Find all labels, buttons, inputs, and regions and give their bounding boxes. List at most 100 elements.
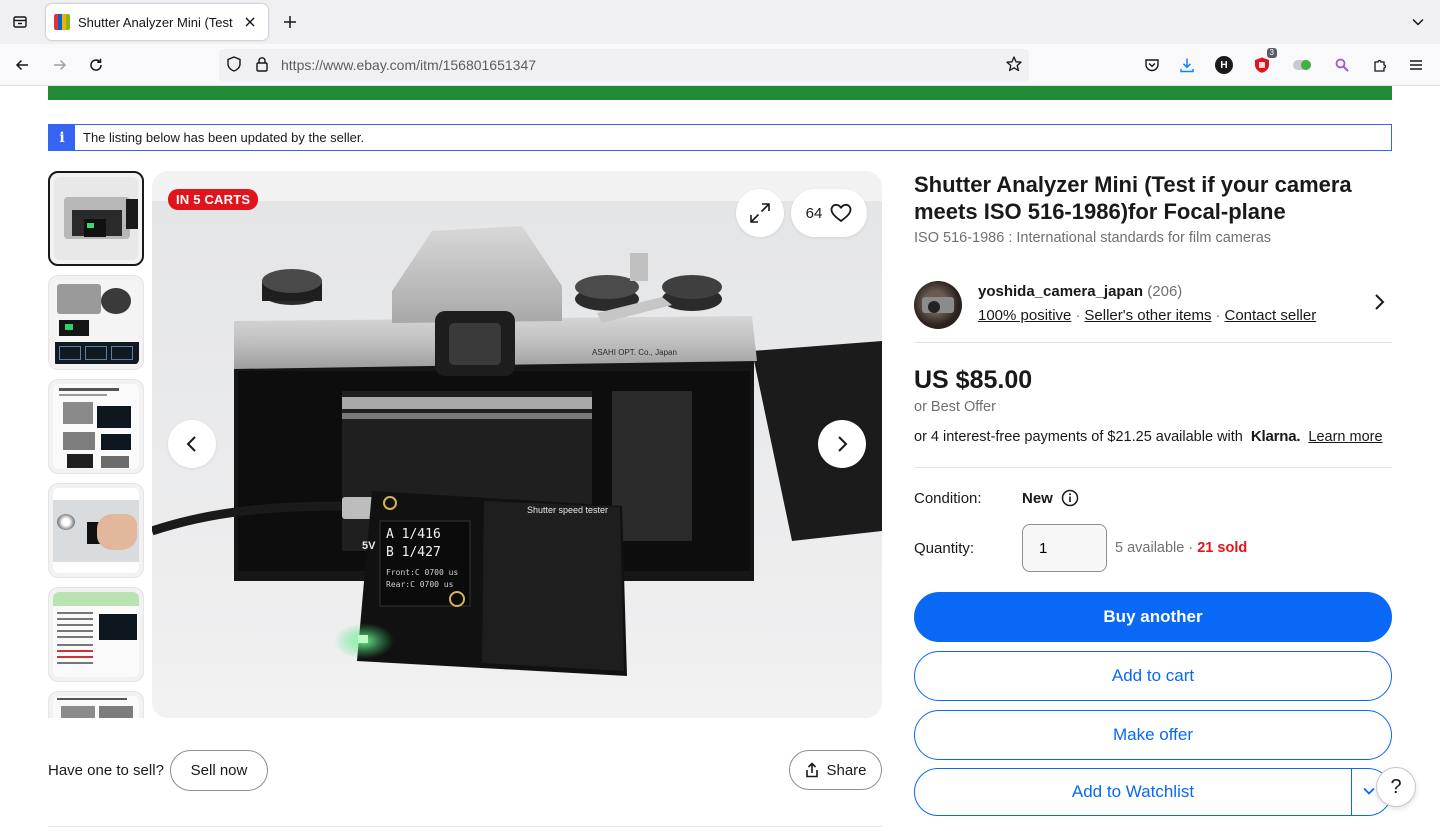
listing-details: Shutter Analyzer Mini (Test if your came… <box>914 171 1392 816</box>
thumbnail-1[interactable] <box>48 171 144 266</box>
svg-text:Shutter speed tester: Shutter speed tester <box>527 505 608 515</box>
quantity-availability: 5 available · 21 sold <box>1115 540 1247 556</box>
tab-title: Shutter Analyzer Mini (Test <box>78 14 233 30</box>
link-separator: · <box>1075 307 1081 324</box>
chevron-down-icon[interactable] <box>1406 10 1430 34</box>
share-label: Share <box>826 761 867 779</box>
svg-text:ASAHI OPT. Co., Japan: ASAHI OPT. Co., Japan <box>592 348 677 357</box>
magnifier-extension-icon[interactable] <box>1330 53 1354 77</box>
make-offer-button[interactable]: Make offer <box>914 710 1392 760</box>
share-icon <box>804 762 820 778</box>
sellers-other-items-link[interactable]: Seller's other items <box>1084 307 1211 324</box>
new-tab-icon[interactable] <box>278 10 302 34</box>
seller-name-row: yoshida_camera_japan (206) <box>978 283 1182 300</box>
watch-heart-button[interactable]: 64 <box>791 189 867 237</box>
thumbnail-2[interactable] <box>48 275 144 370</box>
shield-icon[interactable] <box>225 55 243 73</box>
pocket-icon[interactable] <box>1140 53 1164 77</box>
best-offer-text: or Best Offer <box>914 399 996 415</box>
lock-icon[interactable] <box>253 55 271 73</box>
svg-text:Front:C 0700 us: Front:C 0700 us <box>386 568 458 577</box>
watch-count: 64 <box>805 204 823 222</box>
sold-count: 21 sold <box>1197 540 1248 556</box>
ebay-favicon-icon <box>54 14 70 30</box>
learn-more-link[interactable]: Learn more <box>1308 429 1382 445</box>
seller-card[interactable]: yoshida_camera_japan (206) 100% positive… <box>914 279 1392 343</box>
thumbnail-5[interactable] <box>48 587 144 682</box>
seller-avatar[interactable] <box>914 281 962 329</box>
positive-feedback-link[interactable]: 100% positive <box>978 307 1071 324</box>
svg-text:A 1/416: A 1/416 <box>386 527 441 542</box>
bookmark-star-icon[interactable] <box>1005 55 1023 73</box>
svg-text:B 1/427: B 1/427 <box>386 545 441 560</box>
product-photo: ASAHI OPT. Co., Japan A 1/416 B 1/427 Fr… <box>152 201 882 688</box>
seller-name[interactable]: yoshida_camera_japan <box>978 283 1143 300</box>
chevron-left-icon <box>182 434 202 454</box>
quantity-label: Quantity: <box>914 540 975 557</box>
expand-image-button[interactable] <box>736 189 784 237</box>
close-tab-icon[interactable] <box>240 12 260 32</box>
thumbnail-4[interactable] <box>48 483 144 578</box>
available-count: 5 available <box>1115 540 1185 556</box>
section-divider <box>48 826 882 827</box>
js-toggle-icon[interactable] <box>1290 53 1314 77</box>
thumbnail-hand-image <box>53 488 139 573</box>
condition-value: New <box>1022 490 1053 507</box>
reload-icon[interactable] <box>84 53 108 77</box>
buy-another-button[interactable]: Buy another <box>914 592 1392 642</box>
h-extension-icon[interactable]: H <box>1212 53 1236 77</box>
contact-seller-link[interactable]: Contact seller <box>1224 307 1316 324</box>
thumbnail-strip <box>48 171 145 718</box>
notice-text: The listing below has been updated by th… <box>83 130 365 145</box>
thumbnail-6[interactable] <box>48 691 144 718</box>
installments-row: or 4 interest-free payments of $21.25 av… <box>914 428 1383 445</box>
chevron-right-icon <box>832 434 852 454</box>
listing-subtitle: ISO 516-1986 : International standards f… <box>914 230 1272 246</box>
add-to-watchlist-group: Add to Watchlist <box>914 768 1392 816</box>
info-icon: i <box>49 125 75 150</box>
menu-hamburger-icon[interactable] <box>1404 53 1428 77</box>
back-icon[interactable] <box>10 53 34 77</box>
availability-separator: · <box>1188 540 1194 556</box>
url-bar[interactable]: https://www.ebay.com/itm/156801651347 <box>219 49 1029 81</box>
forward-icon[interactable] <box>48 53 72 77</box>
main-image-viewer[interactable]: ASAHI OPT. Co., Japan A 1/416 B 1/427 Fr… <box>152 171 882 718</box>
listing-title: Shutter Analyzer Mini (Test if your came… <box>914 172 1352 224</box>
top-green-banner <box>48 86 1392 100</box>
tab-list-icon[interactable] <box>8 10 32 34</box>
h-extension-letter: H <box>1215 56 1233 74</box>
condition-label: Condition: <box>914 490 982 507</box>
seller-links: 100% positive · Seller's other items · Conta… <box>978 307 1316 324</box>
expand-icon <box>748 201 772 225</box>
thumbnail-camera-image <box>54 177 138 260</box>
seller-feedback-count: (206) <box>1147 283 1183 300</box>
thumbnail-instructions-image <box>53 384 139 469</box>
item-price: US $85.00 <box>914 366 1033 394</box>
url-host: https://www.ebay.com <box>281 57 417 73</box>
active-tab[interactable]: Shutter Analyzer Mini (Test <box>46 4 268 40</box>
condition-info-icon[interactable] <box>1061 489 1079 507</box>
in-carts-badge: IN 5 CARTS <box>168 189 259 210</box>
browser-nav-bar: https://www.ebay.com/itm/156801651347 H … <box>0 44 1440 86</box>
thumbnail-3[interactable] <box>48 379 144 474</box>
extensions-puzzle-icon[interactable] <box>1368 53 1392 77</box>
thumbnail-diagram-image <box>53 592 139 677</box>
installments-text: or 4 interest-free payments of $21.25 av… <box>914 429 1243 445</box>
chevron-right-icon[interactable] <box>1372 293 1386 311</box>
next-image-button[interactable] <box>818 420 866 468</box>
add-to-watchlist-button[interactable]: Add to Watchlist <box>915 769 1352 815</box>
listing-updated-notice: i The listing below has been updated by … <box>48 124 1392 151</box>
download-icon[interactable] <box>1175 53 1199 77</box>
quantity-input[interactable] <box>1022 524 1107 572</box>
help-button[interactable]: ? <box>1376 767 1416 807</box>
add-to-cart-button[interactable]: Add to cart <box>914 651 1392 701</box>
link-separator: · <box>1215 307 1221 324</box>
image-footer-row: Have one to sell? Sell now Share <box>48 750 882 792</box>
svg-text:5V: 5V <box>362 540 376 552</box>
previous-image-button[interactable] <box>168 420 216 468</box>
sell-now-button[interactable]: Sell now <box>170 750 268 791</box>
share-button[interactable]: Share <box>789 750 882 790</box>
ublock-icon[interactable]: 3 <box>1250 48 1277 77</box>
url-text: https://www.ebay.com/itm/156801651347 <box>281 57 536 73</box>
watchlist-dropdown-chevron-icon[interactable] <box>1361 783 1377 799</box>
